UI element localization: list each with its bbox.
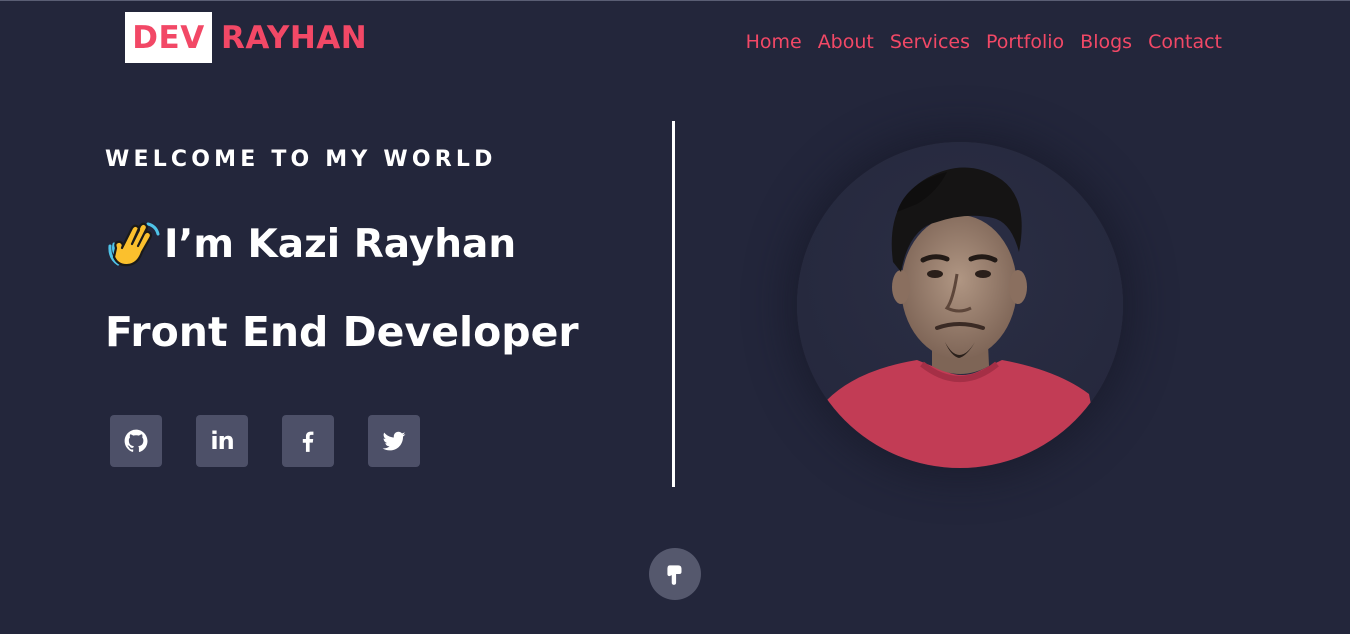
nav-services[interactable]: Services [890,29,970,55]
vertical-divider [672,121,675,487]
logo-name: RAYHAN [221,19,368,56]
linkedin-link[interactable]: in [196,415,248,467]
linkedin-icon: in [210,427,234,455]
nav-blogs[interactable]: Blogs [1080,29,1132,55]
github-icon [124,429,148,452]
role-heading: Front End Developer [105,308,579,356]
pointing-down-hand-icon [667,565,682,585]
profile-photo [797,142,1123,468]
nav-contact[interactable]: Contact [1148,29,1222,55]
waving-hand-icon [108,218,160,270]
twitter-icon [382,431,406,451]
facebook-icon [302,431,314,452]
profile-avatar [797,142,1123,468]
logo-badge: DEV [125,12,212,63]
nav-home[interactable]: Home [746,29,802,55]
greeting-heading: I’m Kazi Rayhan [108,218,516,270]
social-links: in [110,415,420,467]
site-logo[interactable]: DEV RAYHAN [125,12,367,63]
nav-portfolio[interactable]: Portfolio [986,29,1064,55]
github-link[interactable] [110,415,162,467]
facebook-link[interactable] [282,415,334,467]
welcome-heading: WELCOME TO MY WORLD [105,147,497,172]
scroll-down-button[interactable] [649,548,701,600]
twitter-link[interactable] [368,415,420,467]
greeting-text: I’m Kazi Rayhan [164,221,517,267]
nav-about[interactable]: About [818,29,874,55]
main-nav: Home About Services Portfolio Blogs Cont… [746,29,1222,55]
top-border [0,0,1350,1]
